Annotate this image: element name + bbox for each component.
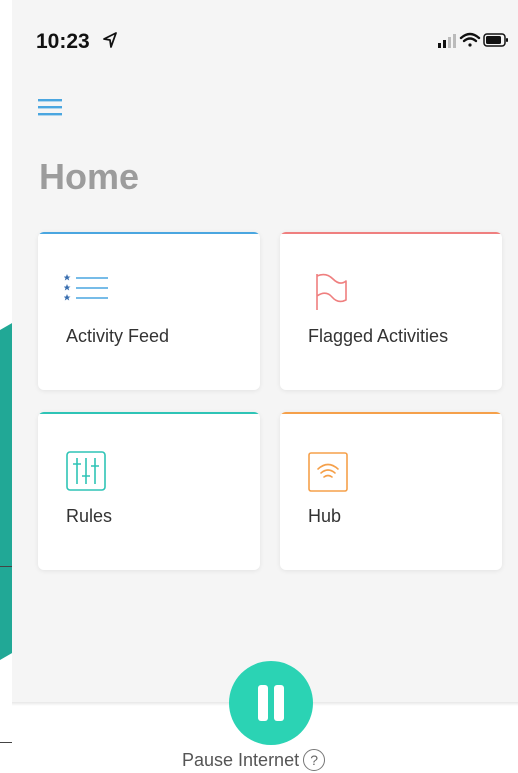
wifi-hub-icon — [308, 452, 348, 492]
flag-icon — [316, 273, 347, 310]
status-time: 10:23 — [36, 30, 90, 53]
app-screen: 10:23 Home Activity Feed Flagged Activit… — [12, 0, 518, 705]
status-icons — [438, 32, 508, 48]
card-accent-bar — [280, 412, 502, 414]
card-label: Flagged Activities — [308, 326, 449, 346]
signal-icon — [438, 34, 456, 48]
pause-internet-label: Pause Internet — [182, 749, 300, 770]
card-accent-bar — [280, 232, 502, 234]
activity-feed-card[interactable]: Activity Feed — [38, 232, 260, 390]
page-title: Home — [39, 156, 140, 197]
location-arrow-icon — [103, 32, 117, 48]
card-label: Hub — [308, 506, 342, 526]
sliders-icon — [66, 451, 106, 491]
pause-internet-label-group: Pause Internet ? — [182, 748, 326, 772]
flagged-activities-card[interactable]: Flagged Activities — [280, 232, 502, 390]
hub-card[interactable]: Hub — [280, 412, 502, 570]
pause-internet-button[interactable] — [229, 661, 313, 745]
card-accent-bar — [38, 412, 260, 414]
card-accent-bar — [38, 232, 260, 234]
card-label: Rules — [66, 506, 113, 526]
help-icon[interactable]: ? — [303, 749, 326, 771]
card-label: Activity Feed — [66, 326, 170, 346]
pause-icon — [258, 685, 268, 721]
rules-card[interactable]: Rules — [38, 412, 260, 570]
battery-icon — [483, 33, 508, 47]
list-icon — [64, 274, 108, 301]
pause-icon — [274, 685, 284, 721]
status-bar: 10:23 — [12, 0, 518, 80]
hamburger-menu-icon[interactable] — [38, 98, 62, 116]
wifi-icon — [459, 32, 481, 47]
